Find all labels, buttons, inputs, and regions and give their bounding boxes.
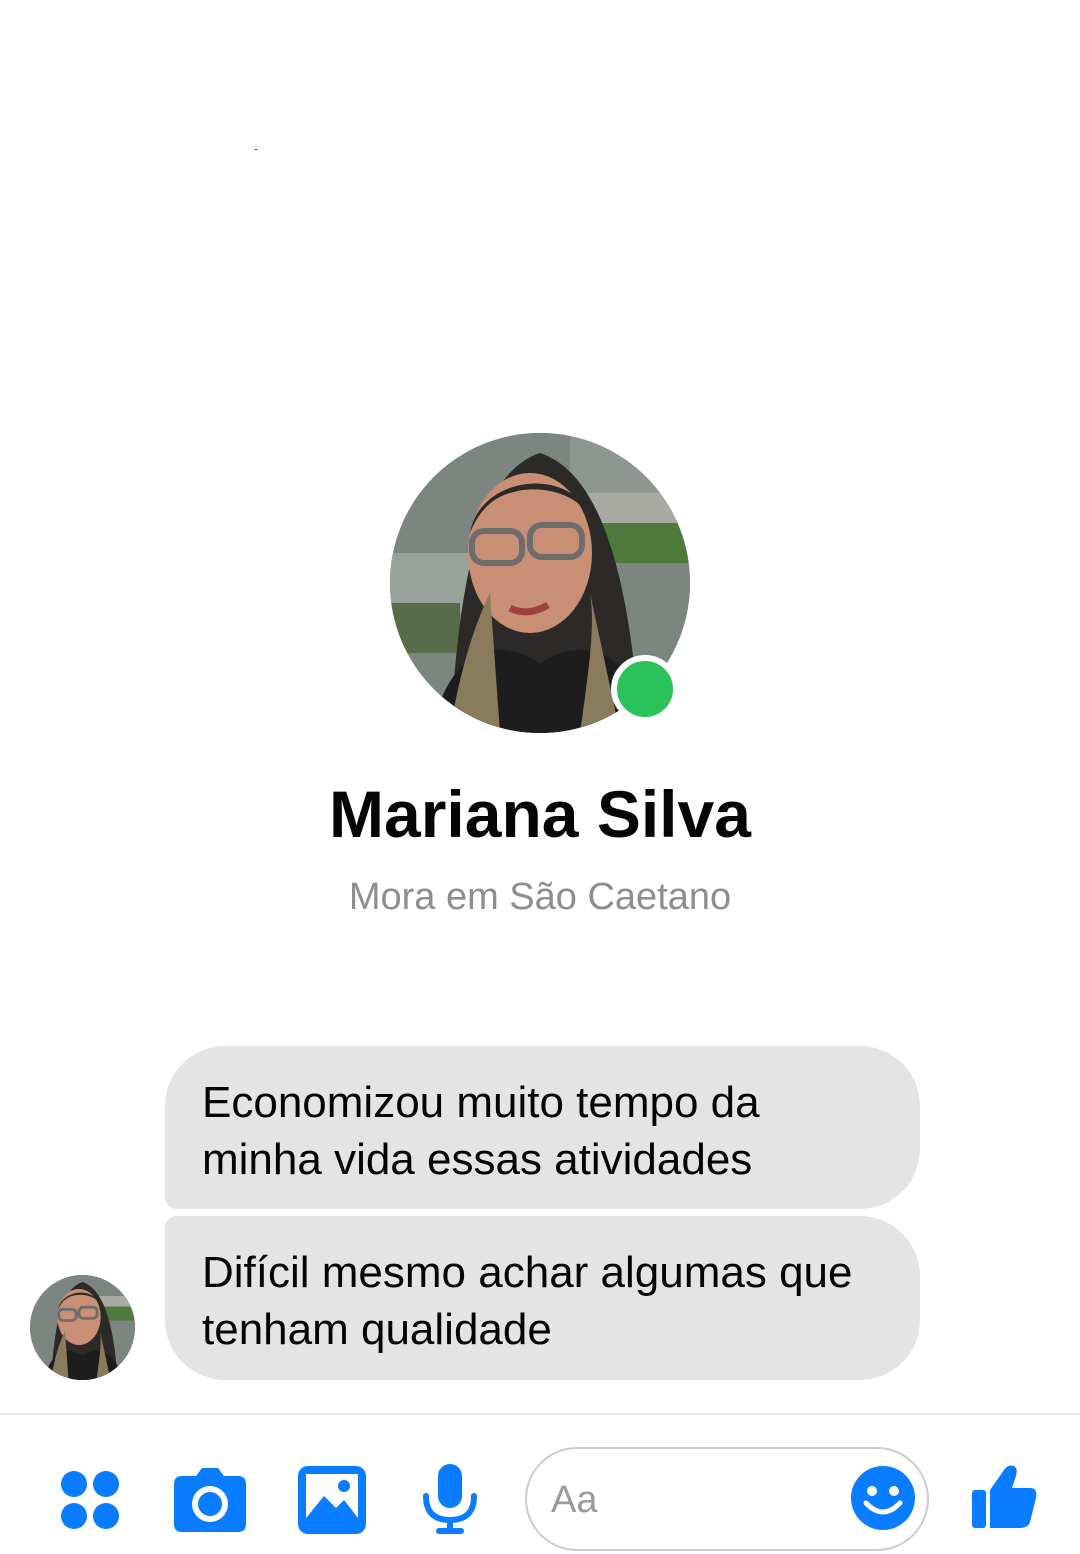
message-input[interactable] [549, 1467, 843, 1533]
stray-dot [255, 149, 257, 150]
sender-avatar[interactable] [30, 1275, 135, 1380]
thumbs-up-icon[interactable] [968, 1460, 1040, 1532]
more-apps-icon[interactable] [52, 1462, 128, 1538]
composer-divider [0, 1413, 1080, 1415]
profile-name: Mariana Silva [329, 777, 751, 851]
message-input-field[interactable] [525, 1447, 929, 1551]
emoji-icon[interactable] [850, 1465, 916, 1531]
sender-photo [30, 1275, 135, 1380]
online-status-indicator [611, 655, 679, 723]
gallery-icon[interactable] [294, 1462, 370, 1538]
message-bubble[interactable]: Difícil mesmo achar algumas que tenham q… [165, 1216, 920, 1380]
camera-icon[interactable] [172, 1462, 248, 1538]
microphone-icon[interactable] [412, 1462, 488, 1538]
profile-location: Mora em São Caetano [348, 876, 732, 918]
message-bubble[interactable]: Economizou muito tempo da minha vida ess… [165, 1046, 920, 1209]
